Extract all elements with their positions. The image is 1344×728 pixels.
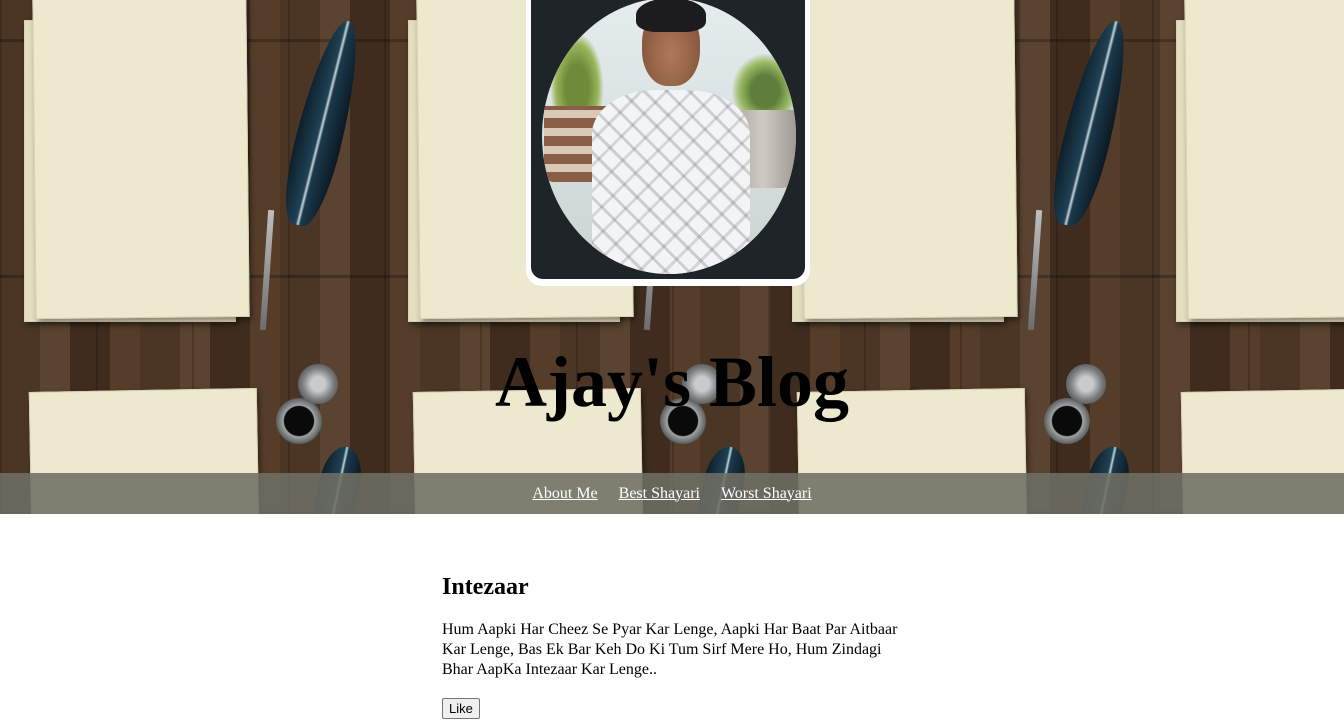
nav-link-about-me[interactable]: About Me bbox=[532, 485, 597, 503]
avatar bbox=[526, 0, 810, 286]
post-title: Intezaar bbox=[442, 574, 529, 600]
header-banner: Ajay's Blog About Me Best Shayari Worst … bbox=[0, 0, 1344, 514]
nav-link-worst-shayari[interactable]: Worst Shayari bbox=[721, 485, 812, 503]
like-button[interactable]: Like bbox=[442, 698, 480, 719]
profile-photo bbox=[542, 0, 796, 274]
blog-post: Intezaar Hum Aapki Har Cheez Se Pyar Kar… bbox=[442, 570, 912, 719]
nav-link-best-shayari[interactable]: Best Shayari bbox=[619, 485, 700, 503]
site-title: Ajay's Blog bbox=[494, 342, 850, 422]
post-body: Hum Aapki Har Cheez Se Pyar Kar Lenge, A… bbox=[442, 621, 898, 678]
nav-bar: About Me Best Shayari Worst Shayari bbox=[0, 473, 1344, 514]
quill-icon bbox=[275, 15, 371, 231]
